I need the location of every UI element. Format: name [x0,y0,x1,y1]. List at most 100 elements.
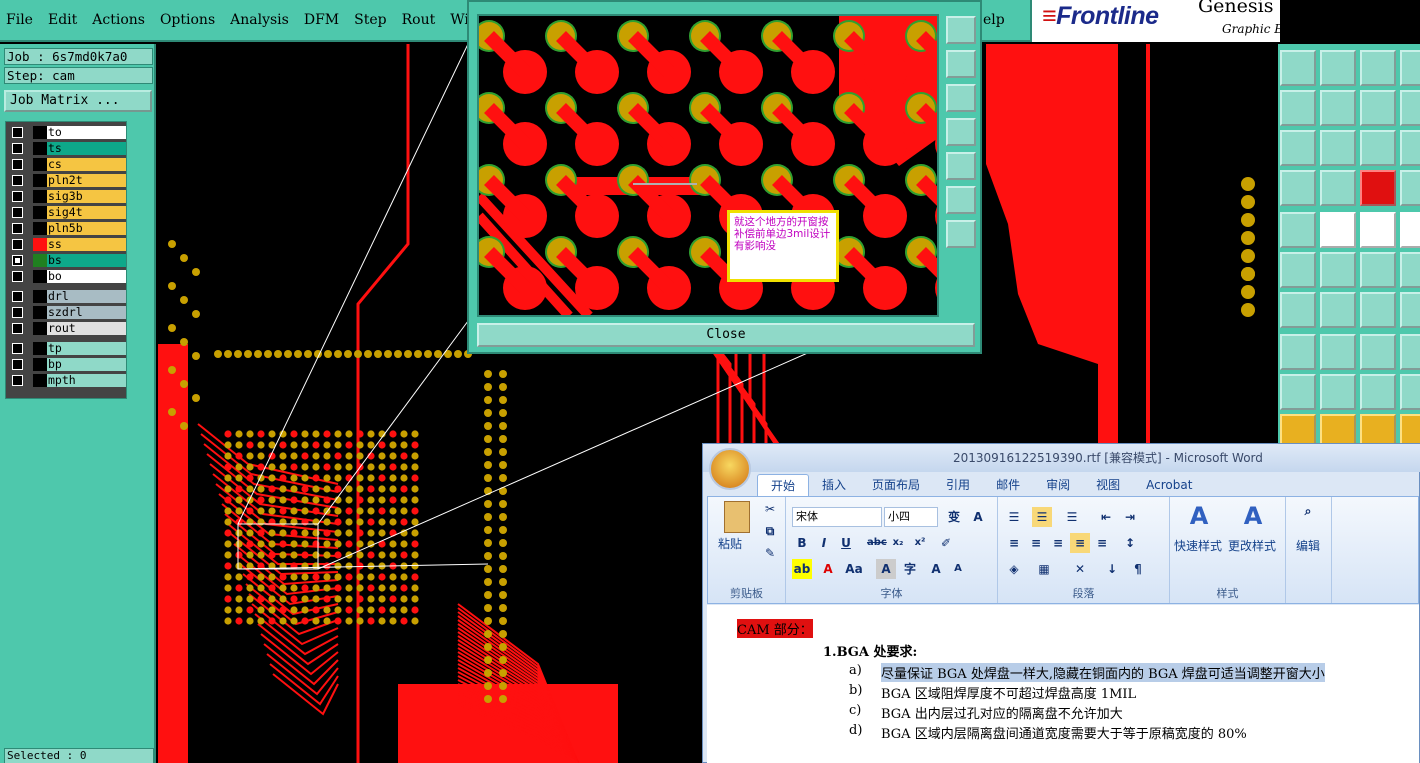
superscript-icon[interactable]: x² [910,533,930,553]
shading-icon[interactable]: ◈ [1004,559,1024,579]
draw-line-icon[interactable] [1280,292,1316,328]
layer-row-pln2t[interactable]: pln2t [6,173,128,188]
fit-view-icon[interactable] [1320,130,1356,166]
layer-row-szdrl[interactable]: szdrl [6,305,128,320]
bold-icon[interactable]: B [792,533,812,553]
enclose-char-icon[interactable]: 字 [900,559,920,579]
layer-row-drl[interactable]: drl [6,289,128,304]
blank4-icon[interactable] [1400,170,1420,206]
multilevel-list-icon[interactable]: ☰ [1062,507,1082,527]
zoom-in-icon[interactable] [946,186,976,214]
fit-all-icon[interactable] [1280,130,1316,166]
layer-row-bp[interactable]: bp [6,357,128,372]
zoom-out-icon[interactable] [946,220,976,248]
layer-row-bs[interactable]: bs [6,253,128,268]
layer-checkbox[interactable] [12,375,23,386]
layer-checkbox[interactable] [12,343,23,354]
blank2-icon[interactable] [1400,90,1420,126]
justify-icon[interactable]: ≡ [1070,533,1090,553]
menu-analysis[interactable]: Analysis [230,12,289,28]
pan-up-icon[interactable] [946,50,976,78]
triangle-tool-icon[interactable] [1280,374,1316,410]
line-spacing-icon[interactable]: ↕ [1120,533,1140,553]
change-styles-button[interactable]: 更改样式 [1228,537,1276,554]
binoculars-icon[interactable]: ⌕ [1298,501,1318,521]
align-left-icon[interactable]: ≡ [1004,533,1024,553]
editing-button[interactable]: 编辑 [1296,537,1320,554]
layer-checkbox[interactable] [12,175,23,186]
ribbon-tab-1[interactable]: 插入 [809,474,859,496]
decrease-indent-icon[interactable]: ⇤ [1096,507,1116,527]
font-color-icon[interactable]: A [818,559,838,579]
underline-icon[interactable]: U [836,533,856,553]
menu-actions[interactable]: Actions [92,12,145,28]
ribbon-tab-3[interactable]: 引用 [933,474,983,496]
menu-dfm[interactable]: DFM [304,12,339,28]
blank5-icon[interactable] [1400,212,1420,248]
step-down-icon[interactable] [1320,50,1356,86]
slash-icon[interactable] [1320,292,1356,328]
layer-row-bo[interactable]: bo [6,269,128,284]
layer-checkbox[interactable] [12,307,23,318]
document-area[interactable]: CAM 部分： 1.BGA 处要求: a) 尽量保证 BGA 处焊盘一样大,隐藏在… [707,605,1419,763]
layer-checkbox[interactable] [12,323,23,334]
layer-checkbox[interactable] [12,191,23,202]
blank-icon[interactable] [1400,50,1420,86]
layer-checkbox[interactable] [12,291,23,302]
minus-tool-icon[interactable] [1320,334,1356,370]
char-border-icon[interactable]: A [968,507,988,527]
layer-row-mpth[interactable]: mpth [6,373,128,388]
measure-tool-icon[interactable] [1280,170,1316,206]
align-right-icon[interactable]: ≡ [1048,533,1068,553]
blank6-icon[interactable] [1400,252,1420,288]
shrink-font-icon[interactable]: A [948,559,968,579]
layer-row-sig4t[interactable]: sig4t [6,205,128,220]
ribbon-tab-0[interactable]: 开始 [757,474,810,496]
pan-right-icon[interactable] [946,152,976,180]
redo-step-icon[interactable] [1360,90,1396,126]
layer-checkbox[interactable] [12,127,23,138]
highlight-icon[interactable]: ab [792,559,812,579]
layer-checkbox[interactable] [12,159,23,170]
layer-checkbox[interactable] [12,271,23,282]
layer-checkbox[interactable] [12,255,23,266]
cut-icon[interactable]: ✂ [760,499,780,519]
copy-icon[interactable]: ⧉ [760,521,780,541]
menu-file[interactable]: File [6,12,33,28]
pan-right-icon[interactable] [1320,90,1356,126]
menu-edit[interactable]: Edit [48,12,77,28]
zoom-close-button[interactable]: Close [477,323,975,347]
quick-styles-button[interactable]: 快速样式 [1174,537,1222,554]
pan-left-icon[interactable] [946,118,976,146]
ribbon-tab-4[interactable]: 邮件 [983,474,1033,496]
ruler-icon[interactable] [1360,212,1396,248]
layer-row-sig3b[interactable]: sig3b [6,189,128,204]
layer-checkbox[interactable] [12,207,23,218]
paste-button[interactable]: 粘贴 [718,535,742,552]
phonetic-icon[interactable]: 变 [944,507,964,527]
font-name-select[interactable]: 宋体 [792,507,882,527]
layer-checkbox[interactable] [12,359,23,370]
move-point-icon[interactable] [1360,252,1396,288]
snap-tool-icon[interactable] [1320,212,1356,248]
blank9-icon[interactable] [1400,374,1420,410]
net-tool-icon[interactable] [1360,170,1396,206]
step-up-icon[interactable] [1280,50,1316,86]
borders-icon[interactable]: ▦ [1034,559,1054,579]
blank3-icon[interactable] [1400,130,1420,166]
pan-down-icon[interactable] [946,84,976,112]
layer-row-pln5b[interactable]: pln5b [6,221,128,236]
blank8-icon[interactable] [1400,334,1420,370]
connect-icon[interactable] [1280,252,1316,288]
ribbon-tab-6[interactable]: 视图 [1083,474,1133,496]
grow-font-icon[interactable]: A [926,559,946,579]
layer-row-ss[interactable]: ss [6,237,128,252]
layer-checkbox[interactable] [12,239,23,250]
home-icon[interactable] [1360,50,1396,86]
ribbon-tab-5[interactable]: 审阅 [1033,474,1083,496]
ribbon-tab-2[interactable]: 页面布局 [859,474,933,496]
select-net-icon[interactable] [1280,212,1316,248]
zoom-view[interactable]: 就这个地方的开窗按补偿前单边3mil设计有影响没 [477,14,939,317]
blank7-icon[interactable] [1400,292,1420,328]
numbering-icon[interactable]: ☰ [1032,507,1052,527]
